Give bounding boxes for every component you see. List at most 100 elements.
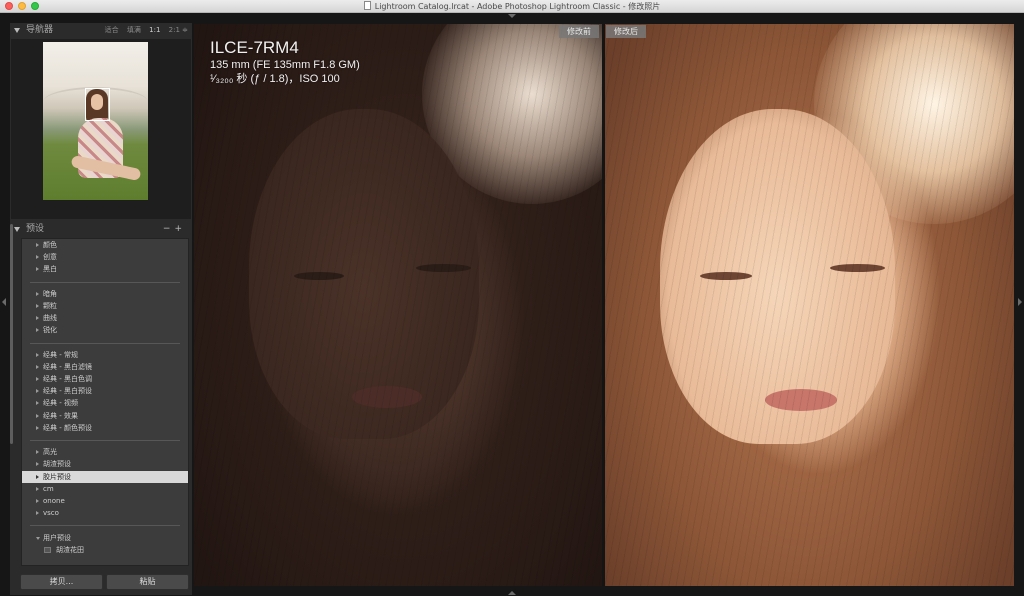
preset-group[interactable]: 经典 - 黑白色调 [22, 373, 188, 385]
user-preset-label: 胡渣花田 [56, 545, 84, 554]
toggle-right-panel-arrow-icon[interactable] [1018, 298, 1022, 306]
expand-triangle-icon [36, 352, 39, 357]
preset-group-label: 经典 - 黑白预设 [43, 387, 92, 396]
preset-group-selected[interactable]: 胶片预设 [22, 470, 188, 483]
preset-group[interactable]: 经典 - 视频 [22, 397, 188, 409]
expand-triangle-icon [36, 267, 39, 272]
user-preset-item[interactable]: 胡渣花田 [22, 544, 188, 556]
preset-group[interactable]: 颗粒 [22, 300, 188, 312]
preset-group-label: 颜色 [43, 241, 57, 249]
preset-group-label: 暗角 [43, 289, 57, 298]
hair-texture [605, 24, 1014, 586]
preset-group[interactable]: 经典 - 颜色预设 [22, 422, 188, 434]
preset-file-icon [44, 546, 51, 553]
expand-triangle-icon [36, 401, 39, 406]
expand-triangle-icon [36, 511, 39, 516]
lightroom-app: 导航器 适合 填满 1:1 2:1 ≑ 预设 −+ 颜色 创意 黑白 暗角 颗粒… [0, 13, 1024, 596]
navigator-thumbnail[interactable] [43, 42, 148, 200]
after-label: 修改后 [606, 25, 646, 38]
copy-settings-button[interactable]: 拷贝... [20, 574, 103, 590]
preset-separator [22, 276, 188, 288]
expand-triangle-icon [36, 413, 39, 418]
exposure-info: ¹⁄₃₂₀₀ 秒 (ƒ / 1.8)，ISO 100 [210, 73, 340, 85]
zoom-2-1-option[interactable]: 2:1 ≑ [169, 26, 188, 34]
preset-group-label: 经典 - 常规 [43, 350, 78, 359]
presets-title: 预设 [26, 224, 45, 234]
paste-settings-button[interactable]: 粘贴 [106, 574, 189, 590]
preset-group[interactable]: 经典 - 黑白预设 [22, 385, 188, 397]
preset-group-label: 胶片预设 [43, 472, 71, 481]
compare-viewer: ILCE-7RM4 135 mm (FE 135mm F1.8 GM) ¹⁄₃₂… [194, 24, 1014, 586]
window-title-wrap: Lightroom Catalog.lrcat - Adobe Photosho… [0, 1, 1024, 12]
expand-triangle-icon [36, 328, 39, 333]
collapse-triangle-icon[interactable] [14, 28, 20, 33]
preset-group-label: 创意 [43, 253, 57, 262]
preset-separator [22, 434, 188, 446]
expanded-triangle-icon [36, 536, 40, 540]
expand-triangle-icon [36, 486, 39, 491]
expand-triangle-icon [36, 303, 39, 308]
preset-group[interactable]: 经典 - 常规 [22, 349, 188, 361]
preset-group[interactable]: cm [22, 483, 188, 495]
navigator-zoom-box[interactable] [85, 88, 110, 121]
preset-group-label: 经典 - 黑白滤镜 [43, 362, 92, 371]
navigator-zoom-options: 适合 填满 1:1 2:1 ≑ [99, 23, 188, 38]
preset-group[interactable]: 曲线 [22, 312, 188, 324]
preset-group[interactable]: 胡渣预设 [22, 458, 188, 470]
user-presets-group[interactable]: 用户预设 [22, 532, 188, 544]
expand-triangle-icon [36, 255, 39, 260]
show-filmstrip-arrow-icon[interactable] [508, 591, 516, 595]
preset-group[interactable]: 锐化 [22, 324, 188, 336]
show-top-panel-arrow-icon[interactable] [508, 14, 516, 18]
preset-group[interactable]: 黑白 [22, 263, 188, 275]
expand-triangle-icon [36, 243, 39, 247]
preset-group-label: 经典 - 颜色预设 [43, 423, 92, 432]
copy-paste-bar: 拷贝... 粘贴 [20, 574, 190, 592]
photo-info-overlay: ILCE-7RM4 135 mm (FE 135mm F1.8 GM) ¹⁄₃₂… [210, 38, 360, 86]
preset-group-label: 胡渣预设 [43, 460, 71, 469]
preset-group[interactable]: onone [22, 495, 188, 507]
expand-triangle-icon [36, 389, 39, 394]
preset-group[interactable]: 颜色 [22, 239, 188, 251]
presets-header[interactable]: 预设 −+ [10, 222, 192, 237]
hair-texture [194, 24, 602, 586]
presets-scrollbar-thumb[interactable] [10, 224, 13, 444]
expand-triangle-icon [36, 425, 39, 430]
expand-triangle-icon [36, 364, 39, 369]
preset-group[interactable]: 创意 [22, 251, 188, 263]
preset-group[interactable]: 暗角 [22, 288, 188, 300]
preset-group-label: 颗粒 [43, 301, 57, 310]
presets-scrollbar[interactable] [10, 220, 13, 570]
before-photo[interactable]: ILCE-7RM4 135 mm (FE 135mm F1.8 GM) ¹⁄₃₂… [194, 24, 602, 586]
navigator-title: 导航器 [26, 25, 54, 35]
preset-group-label: vsco [43, 509, 59, 518]
window-title: Lightroom Catalog.lrcat - Adobe Photosho… [374, 2, 661, 11]
navigator-header[interactable]: 导航器 适合 填满 1:1 2:1 ≑ [10, 23, 192, 38]
preset-group[interactable]: 经典 - 效果 [22, 410, 188, 422]
preset-group[interactable]: 经典 - 黑白滤镜 [22, 361, 188, 373]
after-photo[interactable]: 修改后 [605, 24, 1014, 586]
zoom-fit-option[interactable]: 适合 [105, 26, 119, 34]
preset-group-label: 高光 [43, 448, 57, 457]
title-bar: Lightroom Catalog.lrcat - Adobe Photosho… [0, 0, 1024, 13]
zoom-1-1-option[interactable]: 1:1 [149, 26, 160, 34]
left-panel: 导航器 适合 填满 1:1 2:1 ≑ 预设 −+ 颜色 创意 黑白 暗角 颗粒… [10, 23, 192, 595]
preset-group[interactable]: vsco [22, 507, 188, 519]
preset-group-label: 经典 - 效果 [43, 411, 78, 420]
expand-triangle-icon [36, 316, 39, 321]
zoom-fill-option[interactable]: 填满 [127, 26, 141, 34]
toggle-left-panel-arrow-icon[interactable] [2, 298, 6, 306]
before-label: 修改前 [559, 25, 599, 38]
expand-triangle-icon [36, 498, 39, 503]
preset-group[interactable]: 高光 [22, 446, 188, 458]
expand-triangle-icon [36, 377, 39, 382]
expand-triangle-icon [36, 450, 39, 455]
preset-group-label: 曲线 [43, 314, 57, 323]
expand-triangle-icon [36, 291, 39, 296]
preset-group-label: 经典 - 黑白色调 [43, 375, 92, 384]
add-remove-preset-controls[interactable]: −+ [163, 222, 186, 237]
collapse-triangle-icon[interactable] [14, 227, 20, 232]
expand-triangle-icon [36, 462, 39, 467]
preset-list: 颜色 创意 黑白 暗角 颗粒 曲线 锐化 经典 - 常规 经典 - 黑白滤镜 经… [21, 238, 189, 566]
camera-model: ILCE-7RM4 [210, 38, 299, 57]
